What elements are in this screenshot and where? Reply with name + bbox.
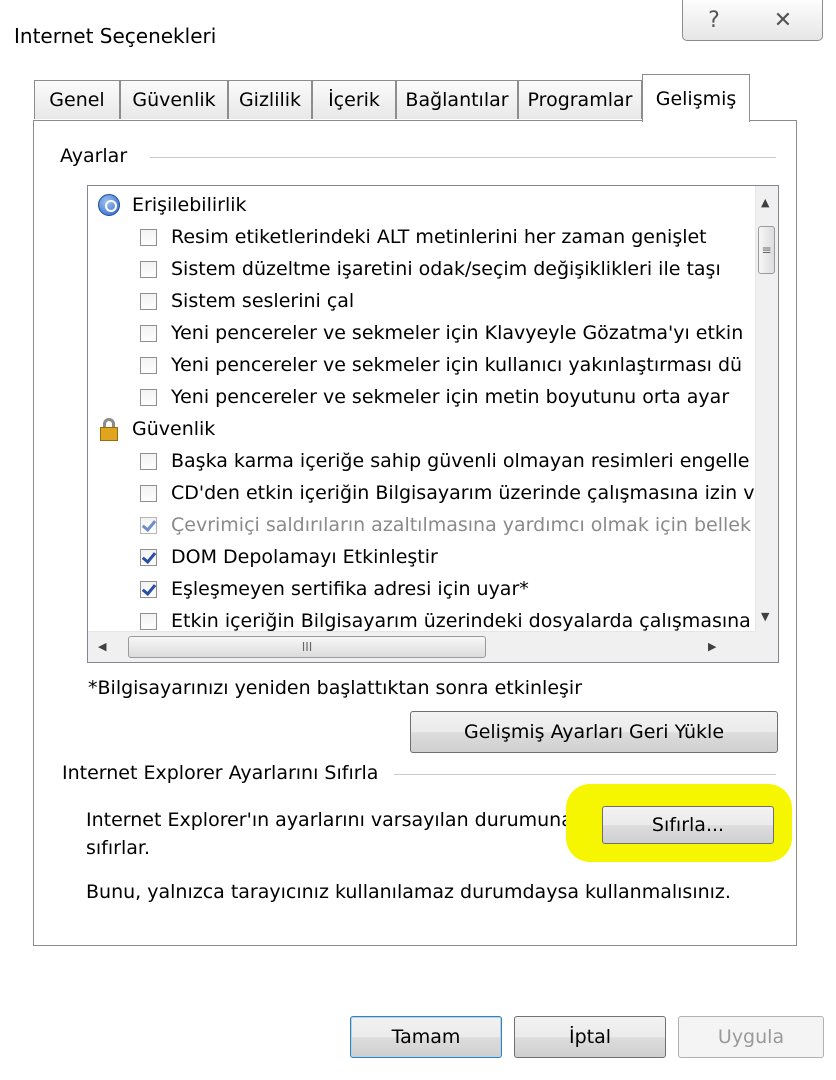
restart-note: *Bilgisayarınızı yeniden başlattıktan so… [88,677,583,699]
checkbox[interactable] [140,388,157,406]
setting-label: Çevrimiçi saldırıların azaltılmasına yar… [171,514,751,536]
setting-label: Sistem düzeltme işaretini odak/seçim değ… [171,258,721,280]
button-label: Sıfırla... [651,814,725,836]
setting-label: DOM Depolamayı Etkinleştir [171,546,438,568]
help-button[interactable]: ? [682,0,746,41]
tab-guvenlik[interactable]: Güvenlik [120,80,228,119]
checkbox[interactable] [140,612,157,630]
apply-button: Uygula [678,1016,824,1058]
tab-label: Gelişmiş [655,87,737,110]
button-label: Uygula [717,1026,785,1048]
ok-button[interactable]: Tamam [350,1016,502,1058]
setting-row[interactable]: Eşleşmeyen sertifika adresi için uyar* [140,574,529,604]
checkbox[interactable] [140,292,157,310]
grip-icon: III [301,640,313,654]
tab-label: Güvenlik [132,89,216,111]
setting-row[interactable]: Yeni pencereler ve sekmeler için metin b… [140,382,729,412]
category-label: Erişilebilirlik [132,194,247,216]
vertical-scrollbar[interactable]: ▲ ≡ ▼ [755,186,778,632]
scrollbar-corner [756,632,778,662]
settings-group-label: Ayarlar [60,145,138,167]
setting-label: Başka karma içeriğe sahip güvenli olmaya… [171,450,750,472]
close-icon: ✕ [773,7,793,33]
lock-icon [98,418,120,441]
scroll-up-icon[interactable]: ▲ [761,196,769,209]
setting-row[interactable]: Sistem düzeltme işaretini odak/seçim değ… [140,254,721,284]
cancel-button[interactable]: İptal [514,1016,666,1058]
scroll-right-icon[interactable]: ▶ [708,640,716,653]
horizontal-scrollbar[interactable]: ◀ III ▶ [88,631,756,662]
setting-row[interactable]: DOM Depolamayı Etkinleştir [140,542,438,572]
group-divider [150,157,776,158]
reset-description-line-2: sıfırlar. [86,837,150,859]
category-security: Güvenlik [98,414,215,444]
tab-genel[interactable]: Genel [34,80,120,119]
accessibility-icon [98,194,120,216]
button-label: İptal [568,1026,612,1048]
button-label: Gelişmiş Ayarları Geri Yükle [463,721,725,743]
scroll-left-icon[interactable]: ◀ [98,640,106,653]
category-accessibility: Erişilebilirlik [98,190,247,220]
scroll-down-icon[interactable]: ▼ [761,610,769,623]
setting-row[interactable]: CD'den etkin içeriğin Bilgisayarım üzeri… [140,478,754,508]
checkbox[interactable] [140,484,157,502]
checkbox-checked[interactable] [140,580,157,598]
tab-label: Gizlilik [238,89,302,111]
checkbox[interactable] [140,260,157,278]
close-button[interactable]: ✕ [744,0,823,41]
checkbox[interactable] [140,452,157,470]
reset-description-line-1: Internet Explorer'ın ayarlarını varsayıl… [86,809,573,831]
checkbox-checked[interactable] [140,548,157,566]
setting-label: Yeni pencereler ve sekmeler için Klavyey… [171,322,744,344]
group-divider [394,774,776,775]
setting-label: Sistem seslerini çal [171,290,355,312]
setting-row: Çevrimiçi saldırıların azaltılmasına yar… [140,510,751,540]
horizontal-scroll-thumb[interactable]: III [128,636,486,658]
grip-icon: ≡ [761,243,772,257]
setting-row[interactable]: Yeni pencereler ve sekmeler için Klavyey… [140,318,743,348]
setting-label: Etkin içeriğin Bilgisayarım üzerindeki d… [171,610,751,632]
settings-tree[interactable]: Erişilebilirlik Resim etiketlerindeki AL… [87,185,779,663]
checkbox-checked-disabled [140,516,157,534]
reset-warning: Bunu, yalnızca tarayıcınız kullanılamaz … [86,881,731,903]
tab-gizlilik[interactable]: Gizlilik [228,80,312,119]
setting-row[interactable]: Resim etiketlerindeki ALT metinlerini he… [140,222,707,252]
setting-label: Eşleşmeyen sertifika adresi için uyar* [171,578,529,600]
category-label: Güvenlik [132,418,216,440]
setting-label: Yeni pencereler ve sekmeler için metin b… [171,386,730,408]
checkbox[interactable] [140,356,157,374]
help-icon: ? [708,7,720,33]
setting-label: Resim etiketlerindeki ALT metinlerini he… [171,226,707,248]
tab-label: Bağlantılar [405,89,509,111]
reset-group-label: Internet Explorer Ayarlarını Sıfırla [62,762,389,784]
setting-row[interactable]: Yeni pencereler ve sekmeler için kullanı… [140,350,742,380]
restore-advanced-settings-button[interactable]: Gelişmiş Ayarları Geri Yükle [410,711,778,753]
setting-label: CD'den etkin içeriğin Bilgisayarım üzeri… [171,482,755,504]
window-title: Internet Seçenekleri [14,24,217,48]
tab-icerik[interactable]: İçerik [312,80,396,119]
tab-label: Genel [49,89,105,111]
tab-programlar[interactable]: Programlar [518,80,642,119]
reset-button[interactable]: Sıfırla... [602,806,774,844]
tab-baglantilar[interactable]: Bağlantılar [396,80,518,119]
checkbox[interactable] [140,228,157,246]
checkbox[interactable] [140,324,157,342]
button-label: Tamam [391,1026,461,1048]
setting-row[interactable]: Başka karma içeriğe sahip güvenli olmaya… [140,446,749,476]
setting-label: Yeni pencereler ve sekmeler için kullanı… [171,354,743,376]
tab-label: İçerik [328,89,380,111]
setting-row[interactable]: Sistem seslerini çal [140,286,354,316]
vertical-scroll-thumb[interactable]: ≡ [758,226,775,274]
tab-label: Programlar [527,89,633,111]
tab-gelismis[interactable]: Gelişmiş [642,74,750,122]
